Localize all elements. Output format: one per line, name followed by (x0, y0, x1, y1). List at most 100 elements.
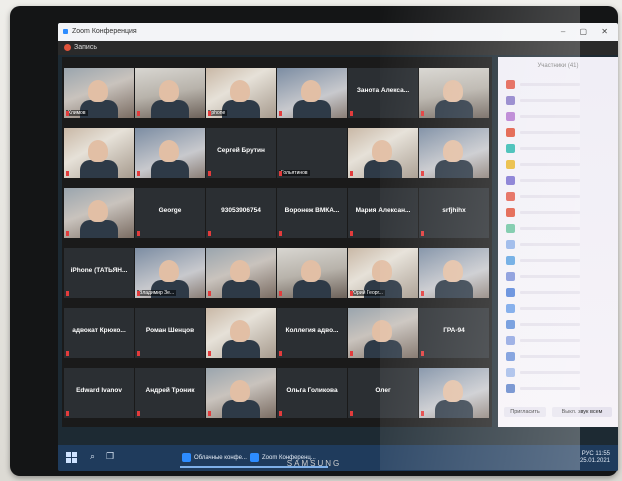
participant-name: srfjhihx (442, 207, 466, 214)
participant-face (159, 80, 179, 102)
recording-icon (64, 44, 71, 51)
participant-tile[interactable]: Ольга Голикова (276, 367, 348, 419)
participant-list-item[interactable] (506, 303, 610, 315)
participant-list-name-blurred (520, 131, 580, 134)
participant-list-item[interactable] (506, 367, 610, 379)
window-controls[interactable]: – ▢ ✕ (561, 27, 614, 36)
participant-list-item[interactable] (506, 207, 610, 219)
participant-tile[interactable]: Мария Алексан... (347, 187, 419, 239)
participant-tile[interactable]: Андрей Троник (134, 367, 206, 419)
participant-list-name-blurred (520, 163, 580, 166)
participant-avatar (506, 224, 515, 233)
muted-mic-icon (137, 291, 140, 296)
participant-avatar (506, 112, 515, 121)
participant-list-item[interactable] (506, 95, 610, 107)
participant-list-item[interactable] (506, 287, 610, 299)
participant-tile[interactable]: Iphone (205, 67, 277, 119)
participant-list-item[interactable] (506, 175, 610, 187)
muted-mic-icon (421, 291, 424, 296)
participant-tile[interactable]: Коллегия адво... (276, 307, 348, 359)
participant-tile[interactable] (276, 247, 348, 299)
invite-button[interactable]: Пригласить (504, 407, 546, 417)
participant-list-item[interactable] (506, 319, 610, 331)
participant-face (301, 260, 321, 282)
participant-list-name-blurred (520, 307, 580, 310)
participant-list-item[interactable] (506, 223, 610, 235)
participant-tile[interactable] (63, 127, 135, 179)
participant-tile[interactable] (418, 127, 490, 179)
participant-avatar (506, 80, 515, 89)
participant-list-item[interactable] (506, 271, 610, 283)
participant-list-item[interactable] (506, 239, 610, 251)
participant-tile[interactable] (205, 247, 277, 299)
participant-list-item[interactable] (506, 335, 610, 347)
participant-body (435, 400, 473, 418)
participant-tile[interactable]: Edward Ivanov (63, 367, 135, 419)
participant-tile[interactable] (276, 67, 348, 119)
participant-face (88, 80, 108, 102)
participant-face (230, 320, 250, 342)
participant-tile[interactable] (418, 67, 490, 119)
participant-tile[interactable]: 93053906754 (205, 187, 277, 239)
participant-list-item[interactable] (506, 159, 610, 171)
muted-mic-icon (350, 291, 353, 296)
participant-list-item[interactable] (506, 79, 610, 91)
participant-tile[interactable]: George (134, 187, 206, 239)
participants-panel: Участники (41) Пригласить Выкл. звук все… (498, 57, 618, 427)
participant-list-item[interactable] (506, 143, 610, 155)
participant-body (80, 160, 118, 178)
participant-tile[interactable]: Занота Алекса... (347, 67, 419, 119)
participant-tile[interactable] (347, 127, 419, 179)
participant-body (222, 340, 260, 358)
participant-tile[interactable]: srfjhihx (418, 187, 490, 239)
mute-all-button[interactable]: Выкл. звук всем (552, 407, 612, 417)
participant-tile[interactable]: Гольятинов (276, 127, 348, 179)
participant-tile[interactable] (205, 307, 277, 359)
participant-face (230, 380, 250, 402)
muted-mic-icon (137, 411, 140, 416)
participant-list-item[interactable] (506, 255, 610, 267)
participant-face (443, 260, 463, 282)
participant-list-item[interactable] (506, 383, 610, 395)
participant-tile[interactable]: Владимир Зе... (134, 247, 206, 299)
participant-label: Климов (66, 110, 88, 116)
participant-tile[interactable] (134, 67, 206, 119)
participant-tile[interactable]: Олег (347, 367, 419, 419)
participant-name: Ольга Голикова (286, 387, 338, 394)
participant-list-name-blurred (520, 355, 580, 358)
participant-list-item[interactable] (506, 351, 610, 363)
participant-tile[interactable]: Воронеж ВМКА... (276, 187, 348, 239)
participant-tile[interactable] (205, 367, 277, 419)
participant-list-item[interactable] (506, 191, 610, 203)
participant-tile[interactable] (347, 307, 419, 359)
participant-tile[interactable]: адвокат Крюко... (63, 307, 135, 359)
participant-body (222, 100, 260, 118)
participant-name: Олег (375, 387, 391, 394)
participant-tile[interactable] (63, 187, 135, 239)
participant-list-item[interactable] (506, 111, 610, 123)
participant-tile[interactable]: iPhone (ТАТЬЯН... (63, 247, 135, 299)
participant-tile[interactable]: ГРА-94 (418, 307, 490, 359)
participant-avatar (506, 304, 515, 313)
participant-tile[interactable] (418, 367, 490, 419)
meeting-infobar: Запись (58, 41, 618, 55)
participant-tile[interactable]: Климов (63, 67, 135, 119)
muted-mic-icon (137, 351, 140, 356)
window-title: Zoom Конференция (72, 28, 137, 35)
participant-body (435, 160, 473, 178)
muted-mic-icon (350, 411, 353, 416)
participant-face (88, 140, 108, 162)
muted-mic-icon (279, 231, 282, 236)
participant-body (222, 280, 260, 298)
participant-tile[interactable] (418, 247, 490, 299)
participant-tile[interactable]: Юрий Георг... (347, 247, 419, 299)
participant-list-item[interactable] (506, 127, 610, 139)
muted-mic-icon (66, 171, 69, 176)
participant-face (230, 260, 250, 282)
participant-tile[interactable] (134, 127, 206, 179)
participant-avatar (506, 176, 515, 185)
participant-tile[interactable]: Роман Шенцов (134, 307, 206, 359)
participant-tile[interactable]: Сергей Брутин (205, 127, 277, 179)
participant-name: Сергей Брутин (217, 147, 265, 154)
muted-mic-icon (350, 351, 353, 356)
